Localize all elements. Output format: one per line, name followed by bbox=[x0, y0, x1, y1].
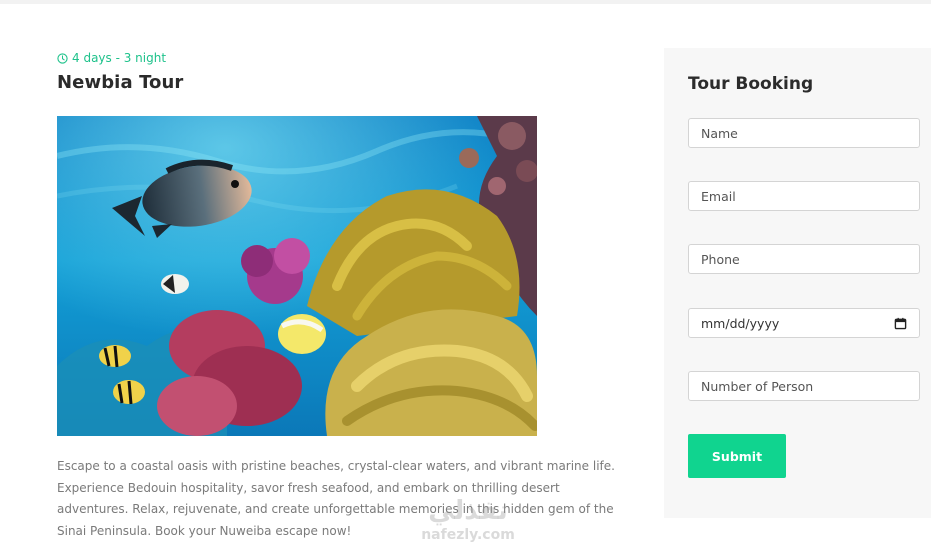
email-field[interactable] bbox=[688, 181, 920, 211]
watermark-arabic: نفذلي bbox=[428, 496, 508, 526]
clock-icon bbox=[57, 52, 68, 64]
calendar-icon[interactable] bbox=[894, 317, 907, 330]
booking-title: Tour Booking bbox=[688, 74, 814, 94]
date-placeholder: mm/dd/yyyy bbox=[701, 315, 780, 331]
tour-duration: 4 days - 3 night bbox=[57, 51, 166, 65]
name-field[interactable] bbox=[688, 118, 920, 148]
watermark-latin: nafezly.com bbox=[421, 527, 515, 543]
watermark: نفذلي nafezly.com bbox=[408, 496, 528, 544]
booking-panel: Tour Booking mm/dd/yyyy Submit bbox=[664, 48, 931, 518]
date-field[interactable]: mm/dd/yyyy bbox=[688, 308, 920, 338]
number-of-person-field[interactable] bbox=[688, 371, 920, 401]
duration-text: 4 days - 3 night bbox=[72, 51, 167, 65]
tour-details: 4 days - 3 night Newbia Tour Escape to a… bbox=[57, 0, 637, 557]
phone-field[interactable] bbox=[688, 244, 920, 274]
submit-button[interactable]: Submit bbox=[688, 434, 786, 478]
tour-title: Newbia Tour bbox=[57, 72, 184, 93]
tour-photo bbox=[57, 116, 537, 436]
tour-description: Escape to a coastal oasis with pristine … bbox=[57, 459, 615, 538]
